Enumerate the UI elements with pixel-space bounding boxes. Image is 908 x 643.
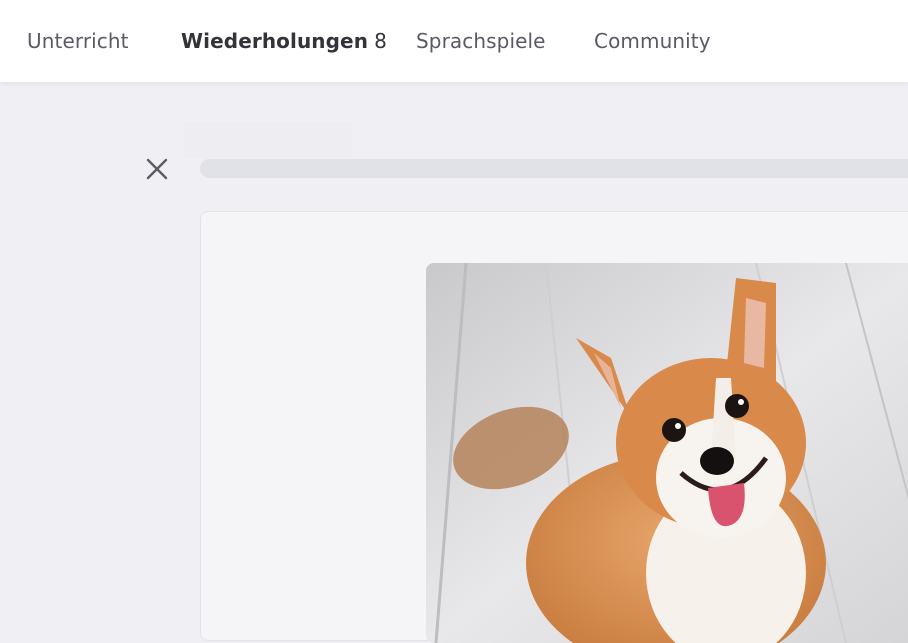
- nav-item-community[interactable]: Community: [594, 29, 711, 53]
- review-count-badge: 8: [374, 29, 387, 53]
- nav-item-label: Wiederholungen: [181, 29, 369, 53]
- nav-item-unterricht[interactable]: Unterricht: [27, 29, 129, 53]
- nav-item-wiederholungen[interactable]: Wiederholungen 8: [181, 29, 387, 53]
- exercise-image: [426, 263, 908, 643]
- corgi-dog-photo: [426, 263, 908, 643]
- lesson-progress-bar: [200, 159, 908, 178]
- header-placeholder: [184, 122, 352, 158]
- nav-item-sprachspiele[interactable]: Sprachspiele: [416, 29, 546, 53]
- top-navigation: Unterricht Wiederholungen 8 Sprachspiele …: [0, 0, 908, 83]
- close-button[interactable]: [140, 152, 174, 186]
- close-icon: [146, 158, 168, 180]
